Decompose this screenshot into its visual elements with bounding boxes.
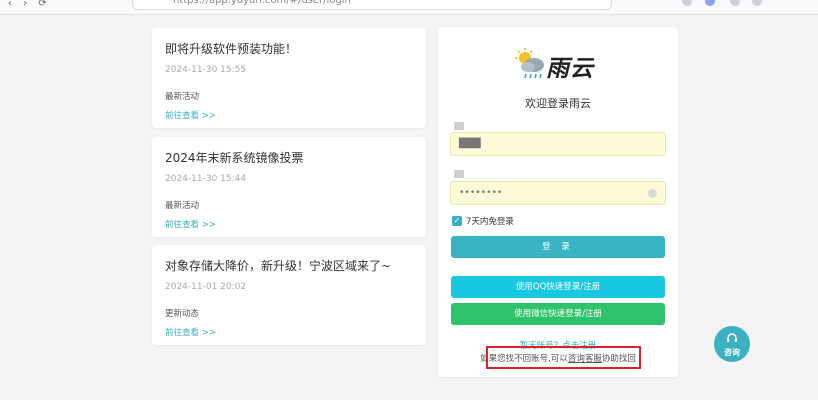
news-category: 更新动态 (165, 309, 200, 319)
login-panel: 雨云 欢迎登录雨云 ████ •••••••• ✓ 7天内免登录 登 录 使用Q… (438, 27, 678, 377)
news-card: 2024年末新系统镜像投票 2024-11-30 15:44 最新活动 前往查看… (152, 137, 426, 237)
consult-button[interactable]: 咨询 (714, 326, 750, 362)
username-label (454, 122, 464, 130)
news-date: 2024-11-30 15:55 (165, 65, 247, 75)
logo: 雨云 (514, 47, 604, 83)
check-icon[interactable]: ✓ (452, 216, 462, 226)
nav-arrows-icon[interactable]: ‹ › ⟳ (8, 0, 51, 9)
news-title[interactable]: 2024年末新系统镜像投票 (165, 149, 413, 166)
view-more-link[interactable]: 前往查看 >> (165, 218, 413, 230)
news-date: 2024-11-01 20:02 (165, 282, 247, 292)
highlight-annotation (486, 346, 641, 369)
news-card: 对象存储大降价，新升级！宁波区域来了~ 2024-11-01 20:02 更新动… (152, 245, 426, 345)
weather-logo-icon (515, 48, 544, 79)
headset-icon (727, 333, 737, 342)
account-icon[interactable] (705, 0, 715, 6)
remember-me[interactable]: ✓ 7天内免登录 (452, 215, 514, 227)
remember-label: 7天内免登录 (466, 217, 514, 227)
welcome-title: 欢迎登录雨云 (525, 97, 591, 110)
browser-toolbar: ‹ › ⟳ https://app.yuyun.com/#/user/login (0, 0, 818, 15)
extension-icon[interactable] (682, 0, 692, 6)
qq-login-button[interactable]: 使用QQ快速登录/注册 (451, 276, 665, 298)
view-more-link[interactable]: 前往查看 >> (165, 326, 413, 338)
wechat-login-button[interactable]: 使用微信快速登录/注册 (451, 303, 665, 325)
login-button[interactable]: 登 录 (451, 236, 665, 258)
download-icon[interactable] (730, 0, 740, 6)
news-card: 即将升级软件预装功能！ 2024-11-30 15:55 最新活动 前往查看 >… (152, 28, 426, 128)
address-bar[interactable]: https://app.yuyun.com/#/user/login (132, 0, 612, 10)
username-field[interactable]: ████ (450, 132, 666, 156)
consult-label: 咨询 (724, 348, 740, 357)
password-label (454, 170, 464, 178)
news-date: 2024-11-30 15:44 (165, 174, 247, 184)
news-category: 最新活动 (165, 92, 200, 102)
logo-text: 雨云 (546, 56, 594, 82)
password-field[interactable]: •••••••• (450, 181, 666, 205)
news-title[interactable]: 对象存储大降价，新升级！宁波区域来了~ (165, 257, 413, 274)
view-more-link[interactable]: 前往查看 >> (165, 109, 413, 121)
password-value: •••••••• (459, 188, 503, 198)
news-title[interactable]: 即将升级软件预装功能！ (165, 40, 413, 57)
eye-icon[interactable] (648, 189, 657, 198)
news-category: 最新活动 (165, 201, 200, 211)
menu-icon[interactable] (752, 0, 762, 6)
